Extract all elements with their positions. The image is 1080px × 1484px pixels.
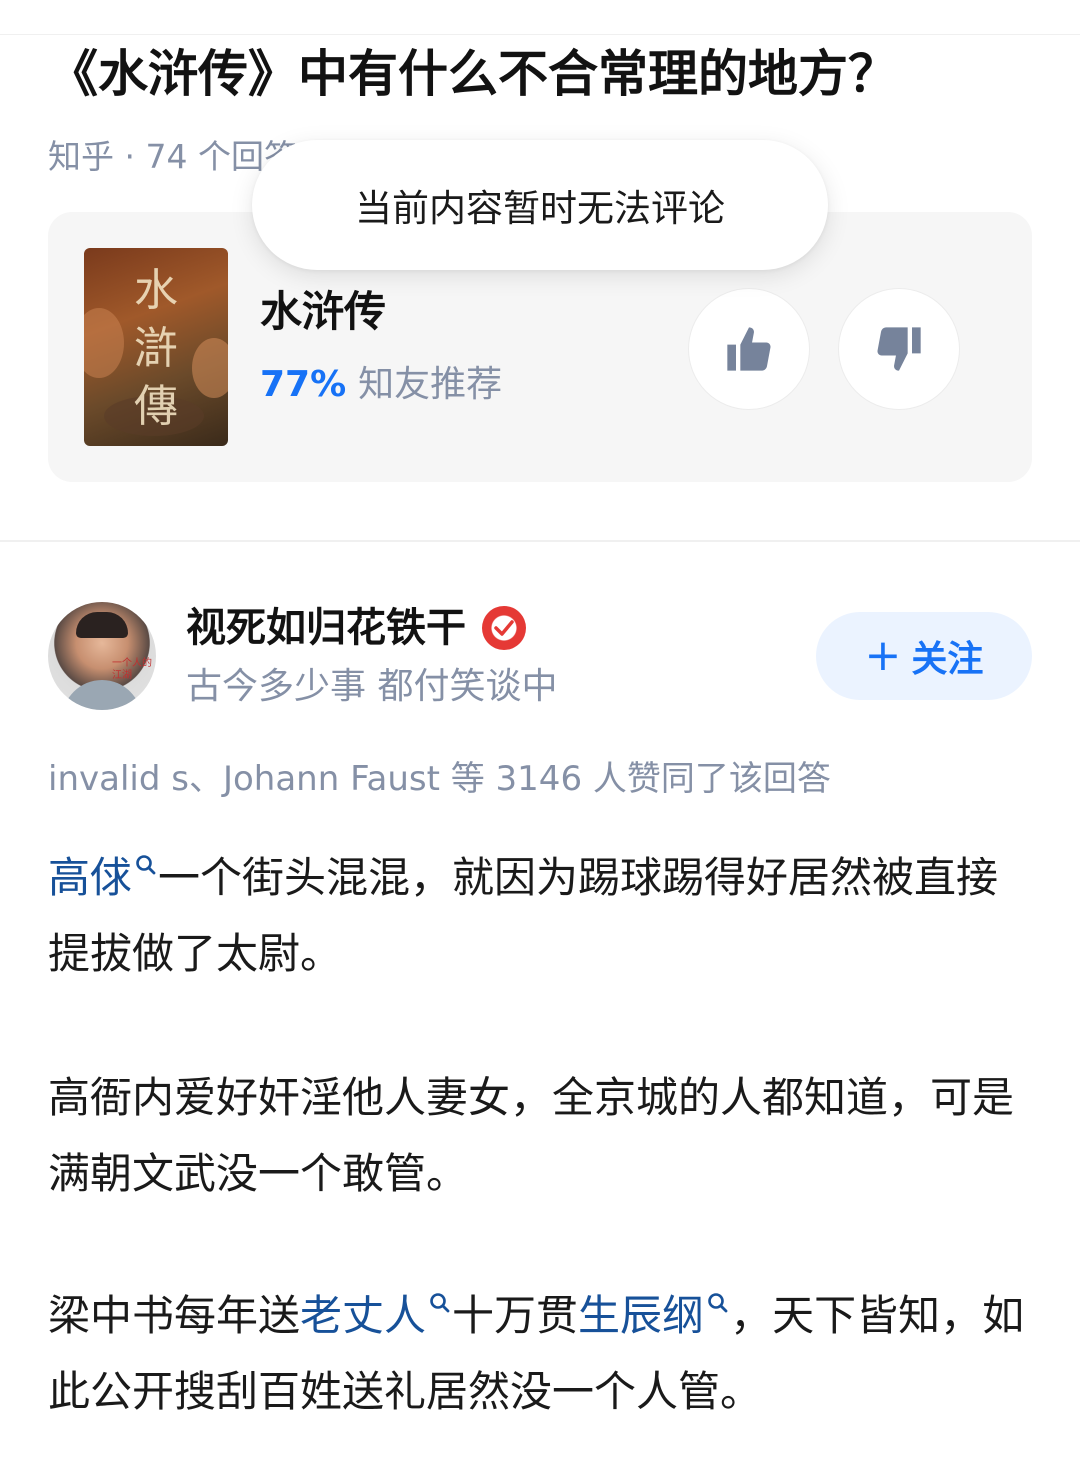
search-link-gaoqiu[interactable]: 高俅 bbox=[48, 853, 132, 902]
avatar-caption: 一个人的江湖 bbox=[112, 658, 152, 681]
cover-title: 水滸傳 bbox=[134, 265, 178, 432]
answer-text: 一个街头混混，就因为踢球踢得好居然被直接提拔做了太尉。 bbox=[48, 853, 999, 978]
thumbs-up-icon bbox=[727, 327, 771, 371]
follow-label: 关注 bbox=[911, 639, 984, 680]
author-bio: 古今多少事 都付笑谈中 bbox=[186, 666, 558, 707]
search-link-father-in-law[interactable]: 老丈人 bbox=[300, 1291, 426, 1340]
answer-text: 梁中书每年送 bbox=[48, 1291, 301, 1340]
recommend-percent: 77% bbox=[260, 364, 347, 405]
book-cover-image[interactable]: 水滸傳 bbox=[84, 248, 228, 446]
recommend-label: 知友推荐 bbox=[358, 364, 503, 405]
answer-paragraph: 梁中书每年送老丈人 十万贯生辰纲 ，天下皆知，如此公开搜刮百姓送礼居然没一个人管。 bbox=[48, 1278, 1038, 1430]
verified-badge-icon bbox=[482, 606, 526, 650]
answer-paragraph: 高衙内爱好奸淫他人妻女，全京城的人都知道，可是满朝文武没一个敢管。 bbox=[48, 1060, 1038, 1212]
upvoters-summary[interactable]: invalid s、Johann Faust 等 3146 人赞同了该回答 bbox=[48, 756, 831, 802]
avatar[interactable]: 一个人的江湖 bbox=[48, 602, 156, 710]
top-divider bbox=[0, 34, 1080, 35]
avatar-hair bbox=[76, 612, 128, 638]
upvote-button[interactable] bbox=[688, 288, 810, 410]
answer-paragraph: 高俅 一个街头混混，就因为踢球踢得好居然被直接提拔做了太尉。 bbox=[48, 840, 1038, 992]
search-icon[interactable] bbox=[706, 1291, 730, 1315]
search-icon[interactable] bbox=[134, 853, 158, 877]
author-name-text[interactable]: 视死如归花铁干 bbox=[186, 600, 466, 656]
search-icon[interactable] bbox=[428, 1291, 452, 1315]
answer-text: 十万贯 bbox=[452, 1291, 579, 1340]
plus-icon: + bbox=[864, 630, 902, 681]
book-rating: 77% 知友推荐 bbox=[260, 360, 502, 410]
toast-message: 当前内容暂时无法评论 bbox=[252, 140, 828, 270]
answer-text: 高衙内爱好奸淫他人妻女，全京城的人都知道，可是满朝文武没一个敢管。 bbox=[48, 1073, 1015, 1198]
follow-button[interactable]: + 关注 bbox=[816, 612, 1032, 700]
book-name[interactable]: 水浒传 bbox=[260, 284, 386, 340]
thumbs-down-icon bbox=[877, 327, 921, 371]
search-link-birthday-gifts[interactable]: 生辰纲 bbox=[578, 1291, 704, 1340]
cover-figure bbox=[192, 338, 228, 398]
section-divider bbox=[0, 540, 1080, 542]
avatar-body bbox=[62, 680, 142, 710]
cover-figure bbox=[84, 308, 124, 378]
author-name[interactable]: 视死如归花铁干 bbox=[186, 600, 526, 656]
downvote-button[interactable] bbox=[838, 288, 960, 410]
question-title[interactable]: 《水浒传》中有什么不合常理的地方？ bbox=[48, 38, 1048, 110]
